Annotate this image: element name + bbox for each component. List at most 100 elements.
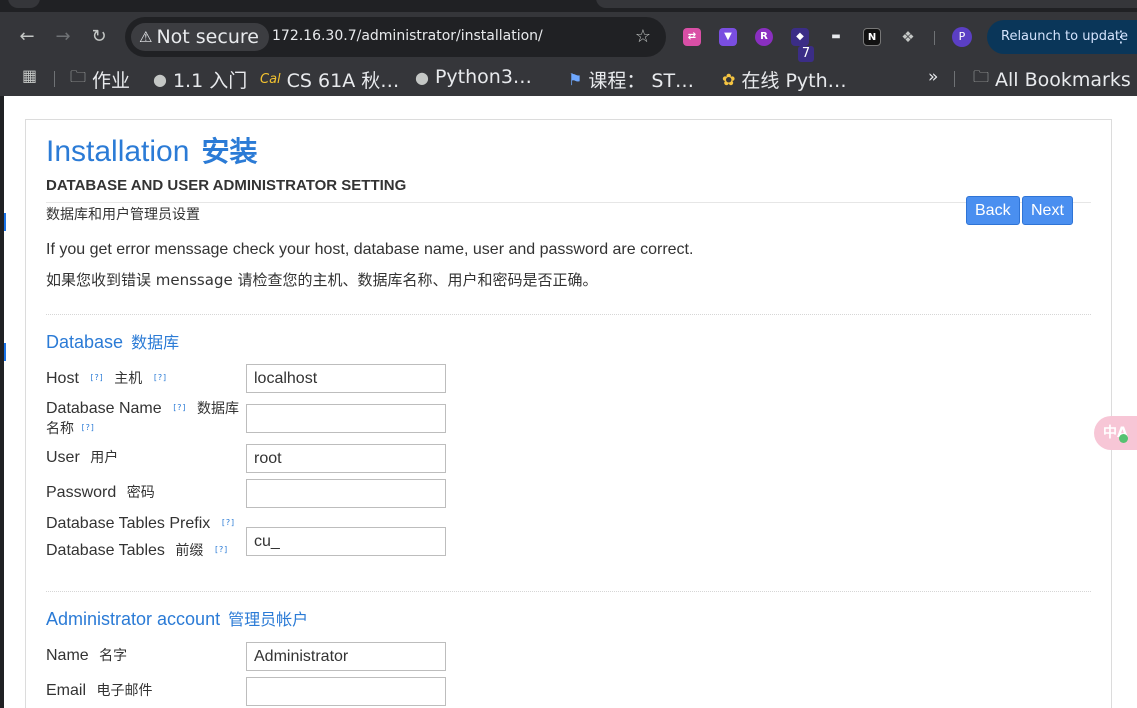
folder-icon: 🗀 xyxy=(70,67,87,86)
translate-extension-icon[interactable]: ⇄ xyxy=(683,28,701,46)
host-input[interactable] xyxy=(246,364,446,393)
bookmark-item-cs61a[interactable]: Cal CS 61A 秋… xyxy=(260,66,399,93)
user-label-cn: 用户 xyxy=(90,450,119,466)
pocket-extension-icon[interactable]: ▼ xyxy=(719,28,737,46)
bookmark-label: 作业 xyxy=(92,70,131,92)
admin-name-label: Name 名字 xyxy=(46,646,127,666)
bookmarks-divider xyxy=(54,71,55,87)
bookmark-star-icon[interactable]: ☆ xyxy=(635,26,651,47)
all-bookmarks-button[interactable]: 🗀 All Bookmarks xyxy=(973,66,1131,93)
bookmark-label: Python3… xyxy=(434,66,532,88)
admin-email-input[interactable] xyxy=(246,677,446,706)
bookmark-item-course[interactable]: ⚑ 课程： ST… xyxy=(568,66,694,93)
course-icon: ⚑ xyxy=(568,70,583,89)
bookmarks-divider xyxy=(954,71,955,87)
database-heading-en: Database xyxy=(46,332,124,352)
database-name-label: Database Name [?] 数据库 xyxy=(46,398,239,419)
password-input[interactable] xyxy=(246,479,446,508)
help-icon[interactable]: [?] xyxy=(153,368,167,388)
puzzle-count-extension-icon[interactable]: ◆ xyxy=(791,28,809,46)
admin-name-input[interactable] xyxy=(246,642,446,671)
admin-email-label-cn: 电子邮件 xyxy=(96,683,153,699)
admin-section-heading: Administrator account 管理员帐户 xyxy=(46,606,308,630)
apps-grid-icon[interactable]: ▦ xyxy=(22,66,37,85)
forward-arrow-icon[interactable]: → xyxy=(51,25,75,49)
admin-email-label-en: Email xyxy=(46,682,87,699)
setting-heading: DATABASE AND USER ADMINISTRATOR SETTING xyxy=(46,177,407,194)
user-label-en: User xyxy=(46,449,80,466)
admin-name-label-cn: 名字 xyxy=(99,648,128,664)
berkeley-icon: Cal xyxy=(260,72,281,87)
python-icon: ✿ xyxy=(722,70,736,89)
table-prefix-label-en: Database Tables Prefix xyxy=(46,515,211,532)
hat-extension-icon[interactable]: ▬ xyxy=(827,28,845,46)
admin-email-label: Email 电子邮件 xyxy=(46,681,152,701)
table-prefix-label-cn-line: Database Tables 前缀 [?] xyxy=(46,540,228,561)
bookmark-item-intro[interactable]: ● 1.1 入门 xyxy=(153,66,247,93)
side-marker xyxy=(4,213,6,231)
database-name-input[interactable] xyxy=(246,404,446,433)
database-heading-cn: 数据库 xyxy=(131,333,180,352)
tab-strip xyxy=(0,0,1137,12)
menu-dots-icon[interactable]: ⋮ xyxy=(1113,20,1129,54)
bookmark-item-python3[interactable]: ● Python3… xyxy=(415,66,532,88)
table-prefix-label-cn: 前缀 xyxy=(175,543,204,559)
page-title-cn: 安装 xyxy=(201,135,258,168)
extensions-puzzle-icon[interactable]: ❖ xyxy=(899,28,917,46)
profile-avatar[interactable]: P xyxy=(952,27,972,47)
folder-icon: 🗀 xyxy=(973,67,990,86)
security-chip[interactable]: ⚠ Not secure xyxy=(131,23,269,51)
bookmark-item-homework[interactable]: 🗀 作业 xyxy=(70,66,130,93)
reader-extension-icon[interactable]: R xyxy=(755,28,773,46)
host-label-cn: 主机 xyxy=(114,371,143,387)
table-prefix-label-en2: Database Tables xyxy=(46,542,165,559)
heading-divider xyxy=(46,202,1091,203)
page-title-en: Installation xyxy=(46,135,190,168)
bookmark-item-python-online[interactable]: ✿ 在线 Pyth… xyxy=(722,66,847,93)
error-note-cn: 如果您收到错误 menssage 请检查您的主机、数据库名称、用户和密码是否正确… xyxy=(46,271,598,289)
database-section-heading: Database 数据库 xyxy=(46,329,179,353)
password-label-en: Password xyxy=(46,484,117,501)
browser-tab[interactable] xyxy=(8,0,40,8)
warning-triangle-icon: ⚠ xyxy=(139,28,153,46)
help-icon[interactable]: [?] xyxy=(214,540,228,560)
notion-extension-icon[interactable]: N xyxy=(863,28,881,46)
help-icon[interactable]: [?] xyxy=(221,513,235,533)
address-bar[interactable]: ⚠ Not secure 172.16.30.7/administrator/i… xyxy=(125,17,666,57)
bookmark-label: 课程： ST… xyxy=(588,70,695,92)
relaunch-button[interactable]: Relaunch to update ⋮ xyxy=(987,20,1137,54)
host-label: Host [?] 主机 [?] xyxy=(46,368,167,389)
back-button[interactable]: Back xyxy=(966,196,1020,225)
help-icon[interactable]: [?] xyxy=(89,368,103,388)
status-dot-icon xyxy=(1119,434,1128,443)
user-input[interactable] xyxy=(246,444,446,473)
side-marker xyxy=(4,343,6,361)
url-text[interactable]: 172.16.30.7/administrator/installation/ xyxy=(272,28,543,44)
back-arrow-icon[interactable]: ← xyxy=(15,25,39,49)
more-bookmarks-button[interactable]: » xyxy=(928,67,938,87)
admin-name-label-en: Name xyxy=(46,647,89,664)
table-prefix-input[interactable] xyxy=(246,527,446,556)
extension-badge: 7 xyxy=(798,46,814,62)
help-icon[interactable]: [?] xyxy=(80,418,94,438)
relaunch-label: Relaunch to update xyxy=(1001,29,1129,44)
toolbar-divider xyxy=(934,31,935,45)
installation-panel: Installation 安装 DATABASE AND USER ADMINIS… xyxy=(25,119,1112,708)
translate-float-button[interactable]: 中A xyxy=(1094,416,1137,450)
page-title: Installation 安装 xyxy=(46,130,257,170)
next-button[interactable]: Next xyxy=(1022,196,1073,225)
reload-icon[interactable]: ↻ xyxy=(87,25,111,49)
help-icon[interactable]: [?] xyxy=(172,398,186,418)
bookmark-label: CS 61A 秋… xyxy=(286,70,400,92)
section-divider xyxy=(46,591,1091,592)
globe-icon: ● xyxy=(415,67,429,87)
page-viewport: Installation 安装 DATABASE AND USER ADMINIS… xyxy=(4,96,1137,708)
password-label-cn: 密码 xyxy=(126,485,155,501)
error-note: If you get error menssage check your hos… xyxy=(46,241,694,258)
setting-heading-cn: 数据库和用户管理员设置 xyxy=(46,207,200,223)
user-label: User 用户 xyxy=(46,448,118,468)
table-prefix-label: Database Tables Prefix [?] xyxy=(46,513,235,534)
browser-tab[interactable] xyxy=(596,0,1137,8)
database-name-label-cn2: 名称 xyxy=(46,421,74,437)
database-name-label-line2: 名称 [?] xyxy=(46,418,95,439)
